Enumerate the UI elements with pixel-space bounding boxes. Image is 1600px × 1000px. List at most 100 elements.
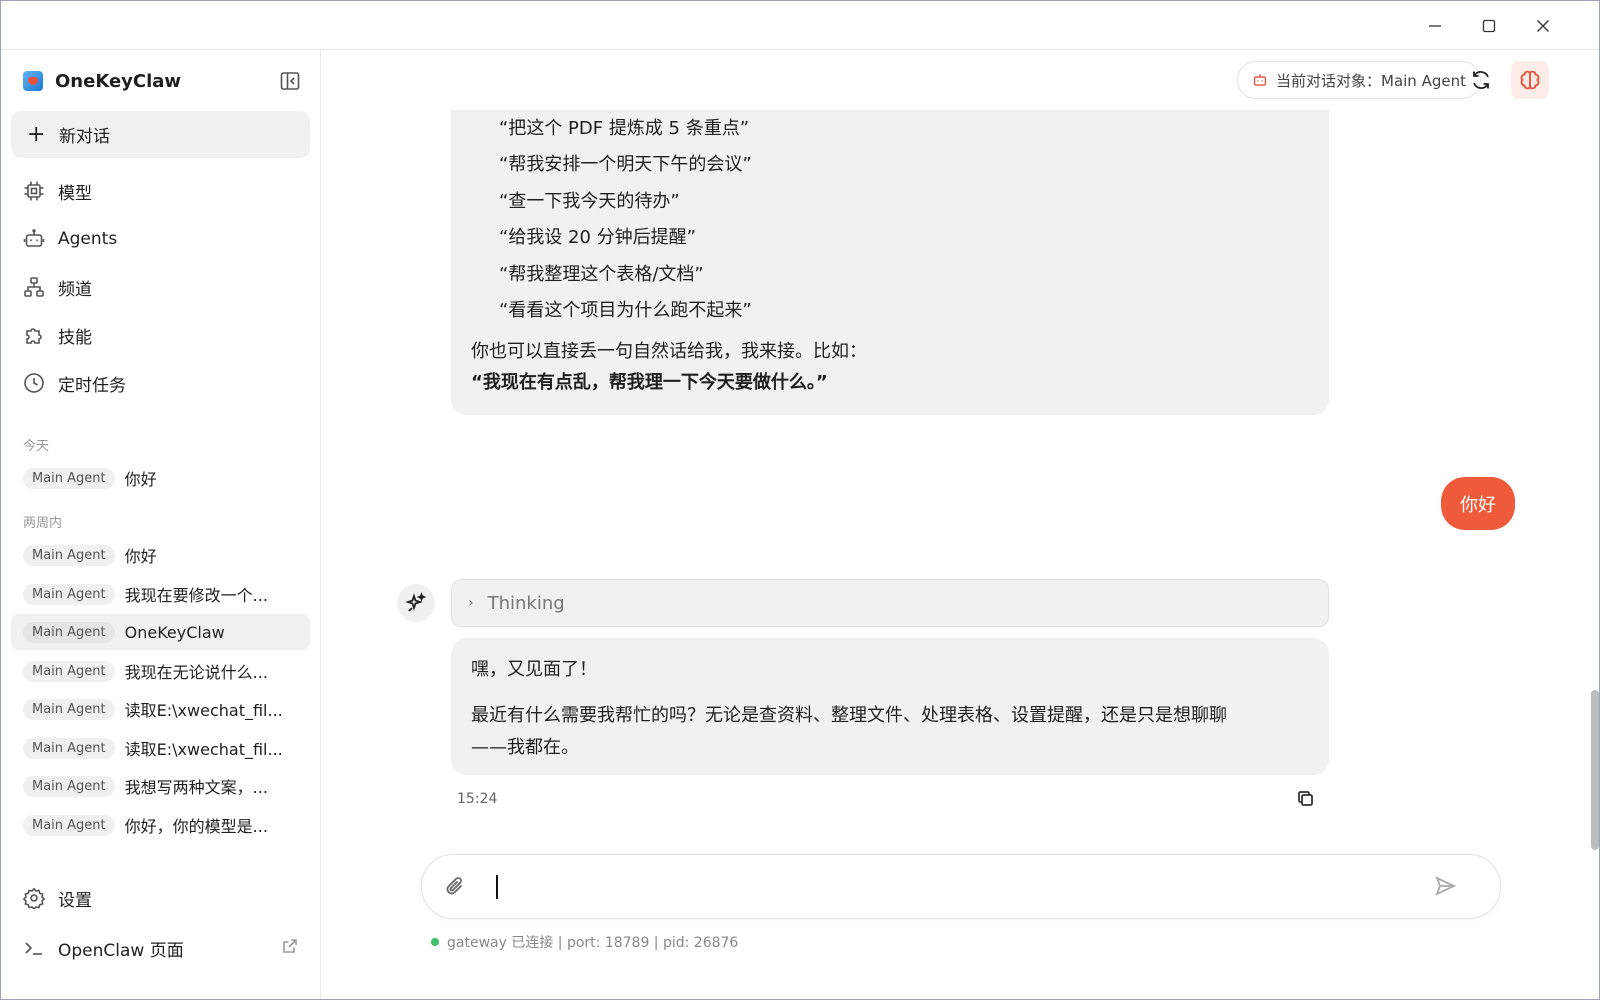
current-agent-chip[interactable]: 当前对话对象：Main Agent bbox=[1237, 61, 1481, 99]
close-icon[interactable] bbox=[1528, 11, 1558, 41]
assistant-message-card: 嘿，又见面了！ 最近有什么需要我帮忙的吗？无论是查资料、整理文件、处理表格、设置… bbox=[451, 638, 1329, 775]
chat-history-item[interactable]: Main Agent 读取E:\xwechat_fil... bbox=[11, 730, 310, 766]
chat-title: 读取E:\xwechat_fil... bbox=[124, 740, 283, 759]
chat-title: 读取E:\xwechat_fil... bbox=[124, 701, 283, 720]
current-agent-label: 当前对话对象：Main Agent bbox=[1276, 71, 1466, 90]
puzzle-icon bbox=[26, 328, 42, 344]
chat-history-item[interactable]: Main Agent 我现在要修改一个... bbox=[11, 576, 310, 612]
agent-tag: Main Agent bbox=[23, 814, 115, 836]
sidebar-collapse-icon[interactable] bbox=[279, 70, 301, 92]
chat-title: 你好，你的模型是... bbox=[124, 817, 268, 836]
clock-icon bbox=[24, 373, 44, 393]
chat-history-item[interactable]: Main Agent 你好 bbox=[11, 537, 310, 573]
chat-title: 我想写两种文案，... bbox=[124, 778, 268, 797]
paperclip-icon bbox=[446, 877, 463, 895]
status-dot bbox=[431, 938, 439, 946]
brand-name: OneKeyClaw bbox=[55, 70, 182, 92]
chevron-right-icon: › bbox=[468, 595, 474, 611]
message-text: 最近有什么需要我帮忙的吗？无论是查资料、整理文件、处理表格、设置提醒，还是只是想… bbox=[471, 705, 1227, 726]
assistant-message-card: “把这个 PDF 提炼成 5 条重点” “帮我安排一个明天下午的会议” “查一下… bbox=[451, 102, 1329, 415]
minimize-icon[interactable] bbox=[1420, 11, 1450, 41]
chat-history-item-active[interactable]: Main Agent OneKeyClaw bbox=[11, 614, 310, 650]
nav-item-scheduled-tasks[interactable]: 定时任务 bbox=[11, 363, 310, 403]
refresh-button[interactable] bbox=[1462, 61, 1500, 99]
chat-title: 我现在无论说什么... bbox=[124, 663, 268, 682]
message-input[interactable] bbox=[494, 871, 1414, 903]
settings-button[interactable]: 设置 bbox=[11, 878, 310, 918]
brain-icon bbox=[1520, 70, 1540, 90]
title-bar bbox=[1, 1, 1599, 50]
copy-button[interactable] bbox=[1297, 790, 1319, 812]
section-label-today: 今天 bbox=[23, 439, 50, 454]
openclaw-page-label: OpenClaw 页面 bbox=[58, 940, 184, 961]
nav-item-label: 定时任务 bbox=[58, 375, 126, 396]
nav-item-models[interactable]: 模型 bbox=[11, 171, 310, 211]
agent-tag: Main Agent bbox=[23, 621, 115, 643]
message-timestamp: 15:24 bbox=[457, 791, 498, 807]
send-icon bbox=[1435, 876, 1457, 896]
agent-tag: Main Agent bbox=[23, 583, 115, 605]
gateway-status-text: gateway 已连接 | port: 18789 | pid: 26876 bbox=[447, 935, 739, 951]
text-cursor bbox=[496, 875, 498, 899]
external-link-icon bbox=[282, 938, 300, 956]
example-line: “查一下我今天的待办” bbox=[499, 191, 680, 212]
chat-history-item[interactable]: Main Agent 读取E:\xwechat_fil... bbox=[11, 691, 310, 727]
attach-button[interactable] bbox=[444, 875, 468, 899]
robot-icon bbox=[23, 229, 45, 247]
message-text: 嘿，又见面了！ bbox=[471, 659, 597, 680]
app-window: OneKeyClaw + 新对话 模型 Agents 频道 技能 定时任务 今天… bbox=[0, 0, 1600, 1000]
example-line: “帮我安排一个明天下午的会议” bbox=[499, 154, 752, 175]
chat-main: “把这个 PDF 提炼成 5 条重点” “帮我安排一个明天下午的会议” “查一下… bbox=[321, 50, 1599, 999]
robot-icon bbox=[1253, 74, 1267, 86]
chip-icon bbox=[24, 181, 44, 201]
agent-tag: Main Agent bbox=[23, 698, 115, 720]
refresh-icon bbox=[1473, 71, 1489, 89]
gear-icon bbox=[23, 887, 45, 909]
chat-history-item[interactable]: Main Agent 你好，你的模型是... bbox=[11, 807, 310, 843]
copy-icon bbox=[1298, 791, 1313, 806]
nav-item-skills[interactable]: 技能 bbox=[11, 315, 310, 355]
thinking-toggle[interactable]: › Thinking bbox=[451, 579, 1329, 627]
agent-tag: Main Agent bbox=[23, 467, 115, 489]
chat-title: OneKeyClaw bbox=[124, 622, 225, 642]
example-line: “帮我整理这个表格/文档” bbox=[499, 264, 704, 285]
nav-item-label: Agents bbox=[58, 229, 118, 249]
nav-item-label: 技能 bbox=[58, 327, 92, 348]
nav-item-agents[interactable]: Agents bbox=[11, 219, 310, 259]
chat-title: 我现在要修改一个... bbox=[124, 586, 268, 605]
nav-item-label: 频道 bbox=[58, 279, 92, 300]
chat-title: 你好 bbox=[124, 470, 157, 489]
example-line: “给我设 20 分钟后提醒” bbox=[499, 227, 696, 248]
openclaw-page-link[interactable]: OpenClaw 页面 bbox=[11, 928, 310, 968]
message-text: ——我都在。 bbox=[471, 737, 579, 758]
gateway-status: gateway 已连接 | port: 18789 | pid: 26876 bbox=[431, 932, 738, 952]
scrollbar-thumb[interactable] bbox=[1591, 690, 1599, 850]
example-line: “看看这个项目为什么跑不起来” bbox=[499, 300, 752, 321]
terminal-icon bbox=[25, 942, 42, 955]
agent-tag: Main Agent bbox=[23, 544, 115, 566]
user-message-bubble: 你好 bbox=[1441, 477, 1515, 530]
agent-tag: Main Agent bbox=[23, 737, 115, 759]
example-line: “把这个 PDF 提炼成 5 条重点” bbox=[499, 118, 750, 139]
brain-button[interactable] bbox=[1511, 61, 1549, 99]
nav-item-channels[interactable]: 频道 bbox=[11, 267, 310, 307]
message-composer bbox=[421, 854, 1501, 919]
plus-icon: + bbox=[27, 121, 46, 147]
thinking-label: Thinking bbox=[487, 592, 565, 614]
chat-history-item[interactable]: Main Agent 你好 bbox=[11, 460, 310, 496]
assistant-avatar bbox=[397, 584, 435, 622]
brand-logo-icon bbox=[23, 71, 43, 91]
hierarchy-icon bbox=[24, 277, 44, 297]
section-label-two-weeks: 两周内 bbox=[23, 516, 63, 531]
send-button[interactable] bbox=[1434, 875, 1460, 901]
new-chat-button[interactable]: + 新对话 bbox=[11, 111, 310, 158]
chat-history-item[interactable]: Main Agent 我想写两种文案，... bbox=[11, 768, 310, 804]
chat-history-item[interactable]: Main Agent 我现在无论说什么... bbox=[11, 653, 310, 689]
brand: OneKeyClaw bbox=[23, 70, 181, 92]
sparkle-icon bbox=[405, 592, 427, 612]
chat-title: 你好 bbox=[124, 547, 157, 566]
agent-tag: Main Agent bbox=[23, 775, 115, 797]
agent-tag: Main Agent bbox=[23, 660, 115, 682]
message-text: 你也可以直接丢一句自然话给我，我来接。比如： bbox=[471, 341, 867, 362]
maximize-icon[interactable] bbox=[1474, 11, 1504, 41]
